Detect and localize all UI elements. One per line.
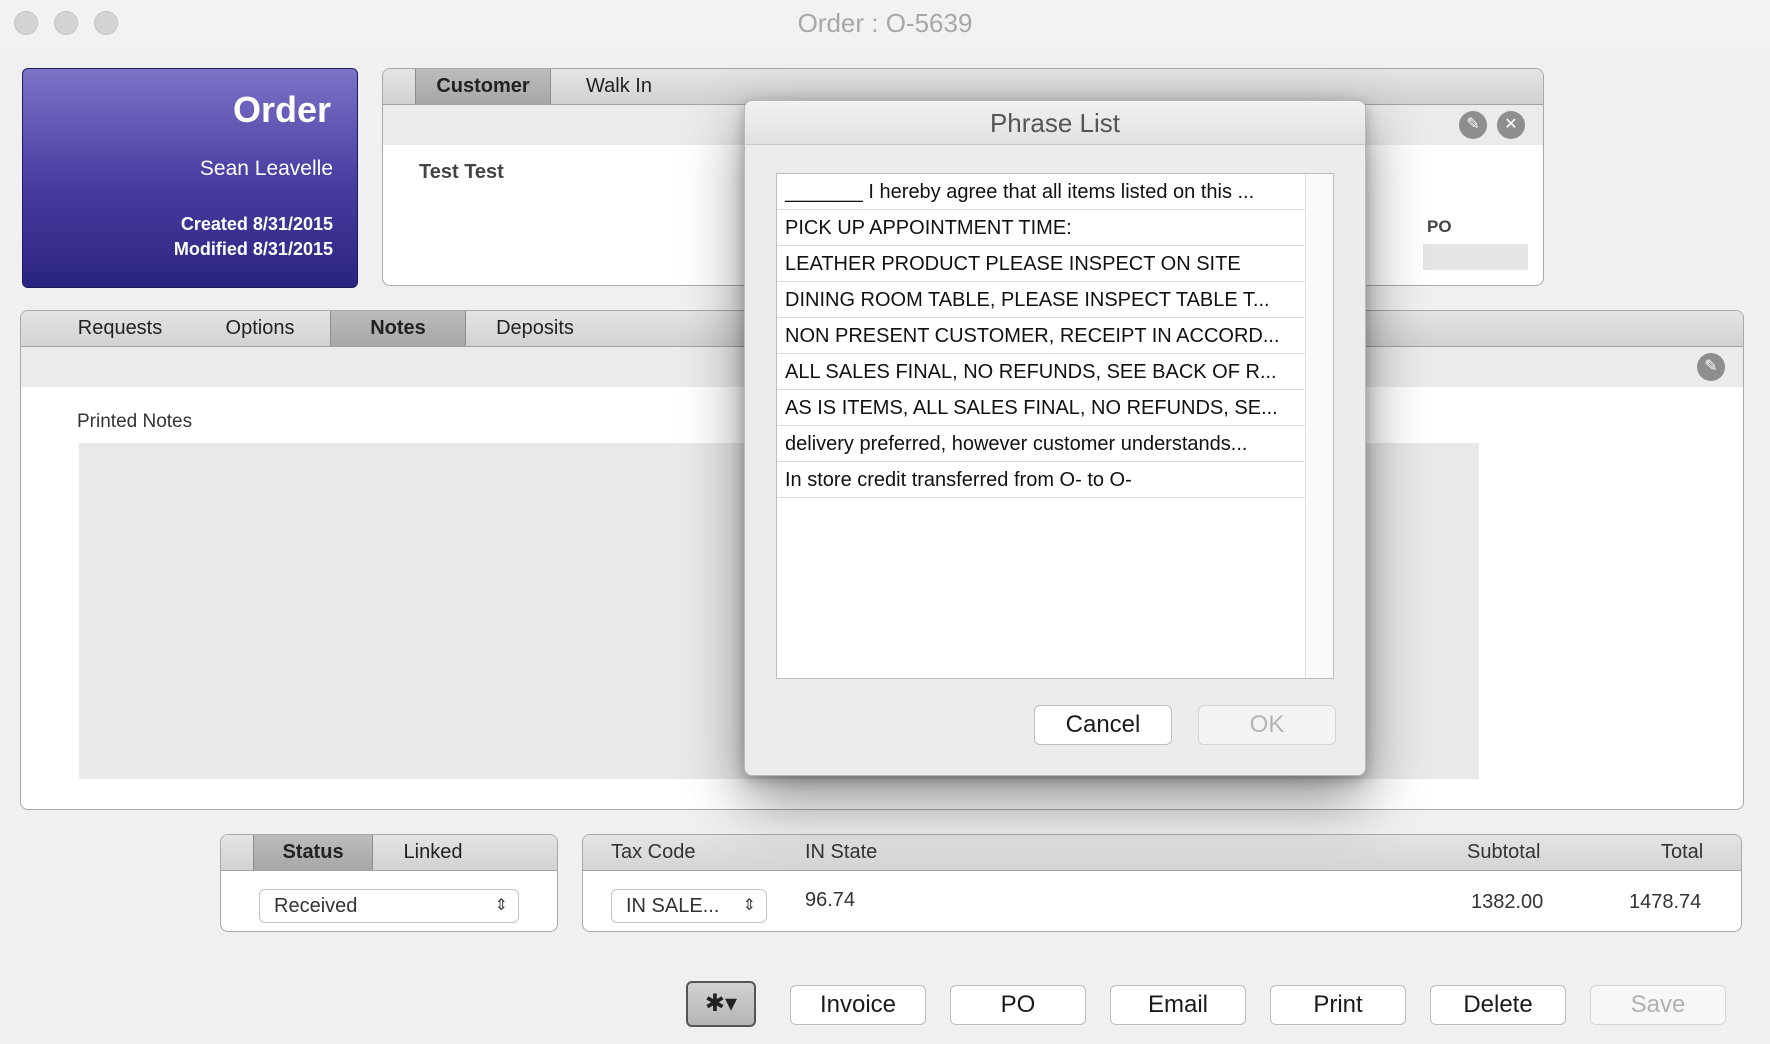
delete-button[interactable]: Delete xyxy=(1430,985,1566,1025)
state-tax-value: 96.74 xyxy=(805,889,856,911)
order-window: Order : O-5639 Order Sean Leavelle Creat… xyxy=(0,0,1770,1044)
list-item[interactable]: PICK UP APPOINTMENT TIME: xyxy=(777,210,1305,246)
modified-date: Modified 8/31/2015 xyxy=(173,239,333,259)
salesperson-name: Sean Leavelle xyxy=(199,157,333,180)
invoice-button[interactable]: Invoice xyxy=(790,985,926,1025)
tab-notes[interactable]: Notes xyxy=(330,311,466,346)
list-item[interactable]: _______ I hereby agree that all items li… xyxy=(777,174,1305,210)
list-item[interactable]: DINING ROOM TABLE, PLEASE INSPECT TABLE … xyxy=(777,282,1305,318)
state-header: IN State xyxy=(805,841,878,863)
save-button[interactable]: Save xyxy=(1590,985,1726,1025)
print-button[interactable]: Print xyxy=(1270,985,1406,1025)
po-button[interactable]: PO xyxy=(950,985,1086,1025)
gear-menu-button[interactable]: ✱▾ xyxy=(686,981,756,1027)
tab-options[interactable]: Options xyxy=(191,311,329,346)
tax-panel: Tax Code IN State Subtotal Total IN SALE… xyxy=(582,834,1742,932)
list-item[interactable]: AS IS ITEMS, ALL SALES FINAL, NO REFUNDS… xyxy=(777,390,1305,426)
tab-status[interactable]: Status xyxy=(253,835,373,870)
window-title: Order : O-5639 xyxy=(797,8,973,38)
tab-requests[interactable]: Requests xyxy=(51,311,189,346)
chevron-updown-icon: ⇕ xyxy=(494,897,508,914)
tab-customer[interactable]: Customer xyxy=(415,69,551,104)
title-bar: Order : O-5639 xyxy=(0,0,1770,46)
pencil-icon[interactable]: ✎ xyxy=(1459,111,1487,139)
phrase-list[interactable]: _______ I hereby agree that all items li… xyxy=(776,173,1334,679)
status-select-value: Received xyxy=(274,895,358,917)
ok-button[interactable]: OK xyxy=(1198,705,1336,745)
subtotal-header: Subtotal xyxy=(1467,841,1541,863)
dialog-title: Phrase List xyxy=(745,101,1365,145)
subtotal-value: 1382.00 xyxy=(1471,891,1544,913)
list-item[interactable]: ALL SALES FINAL, NO REFUNDS, SEE BACK OF… xyxy=(777,354,1305,390)
status-tab-bar: Status Linked xyxy=(221,835,557,871)
total-value: 1478.74 xyxy=(1629,891,1702,913)
tax-header: Tax Code IN State Subtotal Total xyxy=(583,835,1741,871)
printed-notes-label: Printed Notes xyxy=(77,411,193,432)
list-item[interactable]: delivery preferred, however customer und… xyxy=(777,426,1305,462)
chevron-updown-icon: ⇕ xyxy=(742,897,756,914)
created-date: Created 8/31/2015 xyxy=(180,214,333,234)
phrase-list-dialog: Phrase List _______ I hereby agree that … xyxy=(744,100,1366,776)
cancel-button[interactable]: Cancel xyxy=(1034,705,1172,745)
status-select[interactable]: Received ⇕ xyxy=(259,889,519,923)
tab-walk-in[interactable]: Walk In xyxy=(551,69,687,104)
customer-name: Test Test xyxy=(419,161,504,183)
list-scrollbar[interactable] xyxy=(1305,174,1333,678)
po-field[interactable] xyxy=(1423,244,1528,270)
list-item[interactable]: LEATHER PRODUCT PLEASE INSPECT ON SITE xyxy=(777,246,1305,282)
email-button[interactable]: Email xyxy=(1110,985,1246,1025)
tab-linked[interactable]: Linked xyxy=(373,835,493,870)
list-item[interactable]: NON PRESENT CUSTOMER, RECEIPT IN ACCORD.… xyxy=(777,318,1305,354)
tax-code-header: Tax Code xyxy=(611,841,696,863)
tab-deposits[interactable]: Deposits xyxy=(467,311,603,346)
order-title: Order xyxy=(232,89,331,130)
order-summary-card: Order Sean Leavelle Created 8/31/2015 Mo… xyxy=(22,68,358,288)
status-panel: Status Linked Received ⇕ xyxy=(220,834,558,932)
pencil-icon[interactable]: ✎ xyxy=(1697,353,1725,381)
tax-code-select[interactable]: IN SALE... ⇕ xyxy=(611,889,767,923)
list-item[interactable]: In store credit transferred from O- to O… xyxy=(777,462,1305,498)
total-header: Total xyxy=(1661,841,1704,863)
gear-icon: ✱▾ xyxy=(704,990,738,1017)
po-label: PO xyxy=(1427,217,1452,236)
tax-code-select-value: IN SALE... xyxy=(626,895,720,917)
close-icon[interactable]: ✕ xyxy=(1497,111,1525,139)
